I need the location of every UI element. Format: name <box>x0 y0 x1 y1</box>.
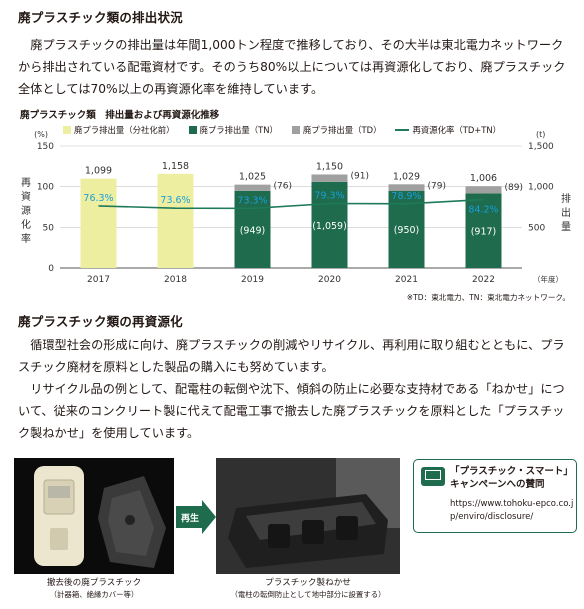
right-unit-label: (t) <box>536 130 545 139</box>
bar-total-label: 1,025 <box>239 172 266 183</box>
left-unit-label: (%) <box>34 130 48 139</box>
waste-plastic-photo <box>14 458 174 574</box>
x-tick-label: 2022 <box>472 275 495 285</box>
bar-td-label: (76) <box>274 182 292 192</box>
bar-tn-label: (949) <box>240 225 266 236</box>
bar-tn-label: (1,059) <box>312 221 347 232</box>
right-tick-label: 1,000 <box>528 183 554 193</box>
section2-paragraphs: 循環型社会の形成に向け、廃プラスチックの削減やリサイクル、再利用に取り組むととも… <box>18 338 565 440</box>
chart-footnote: ※TD：東北電力、TN：東北電力ネットワーク。 <box>406 293 570 302</box>
left-tick-label: 100 <box>37 183 54 193</box>
left-tick-label: 50 <box>43 223 55 233</box>
campaign-title: 「プラスチック・スマート」キャンペーンへの賛同 <box>450 466 569 490</box>
left-axis-title-char: 源 <box>21 204 31 217</box>
bar-tn-label: (950) <box>394 225 420 236</box>
right-axis-title-char: 排 <box>561 192 571 205</box>
section1-paragraph: 廃プラスチックの排出量は年間1,000トン程度で推移しており、その大半は東北電力… <box>18 38 566 96</box>
bar-total-label: 1,006 <box>470 173 497 184</box>
bar-td-label: (79) <box>428 181 446 191</box>
bar-total-label: 1,099 <box>85 166 112 177</box>
plastic-smart-campaign-box: 「プラスチック・スマート」キャンペーンへの賛同 https://www.toho… <box>413 459 577 533</box>
bar-total-label: 1,029 <box>393 171 420 182</box>
section1-heading: 廃プラスチック類の排出状況 <box>18 10 183 25</box>
emission-chart: 1501005001,5001,000500(%) (t)再資源化率排出量2017… <box>21 130 571 285</box>
monitor-icon <box>421 467 445 486</box>
right-tick-label: 500 <box>528 223 545 233</box>
left-tick-label: 150 <box>37 142 54 152</box>
left-axis-title-char: 再 <box>21 177 31 189</box>
section2-heading: 廃プラスチック類の再資源化 <box>18 314 183 329</box>
right-axis-title-char: 量 <box>561 221 571 233</box>
left-tick-label: 0 <box>48 264 54 274</box>
waste-plastic-illustration <box>34 466 166 568</box>
x-tick-label: 2019 <box>241 275 264 285</box>
left-axis-title-char: 資 <box>21 191 31 203</box>
left-axis-title-char: 化 <box>21 218 31 231</box>
bar-pre-split <box>157 173 194 268</box>
regenerate-arrow-icon: 再生 <box>176 500 216 534</box>
x-tick-label: 2020 <box>318 275 341 285</box>
recycling-rate-line <box>98 198 484 210</box>
right-axis-title-char: 出 <box>561 206 571 219</box>
plastic-nekase-photo <box>216 458 400 574</box>
plastic-nekase-illustration <box>216 458 400 574</box>
x-unit-label: （年度） <box>533 274 563 284</box>
rate-label: 76.3% <box>83 193 113 204</box>
bar-total-label: 1,150 <box>316 161 343 172</box>
bar-tn-label: (917) <box>471 226 497 237</box>
x-tick-label: 2018 <box>164 275 187 285</box>
bar-td-label: (91) <box>351 171 369 181</box>
rate-label: 73.3% <box>237 195 267 206</box>
bar-td <box>388 184 425 191</box>
left-axis-title-char: 率 <box>21 232 31 245</box>
bar-total-label: 1,158 <box>162 161 189 172</box>
rate-label: 84.2% <box>468 205 498 216</box>
campaign-url-link[interactable]: https://www.tohoku-epco.co.jp/enviro/dis… <box>450 498 574 524</box>
bar-td <box>311 174 348 182</box>
left-photo-caption: 撤去後の廃プラスチック （計器箱、絶縁カバー等） <box>46 578 142 599</box>
chart-title: 廃プラスチック類 排出量および再資源化推移 <box>20 110 220 121</box>
right-photo-caption: プラスチック製ねかせ （電柱の転倒防止として地中部分に設置する） <box>230 578 386 599</box>
bar-td <box>465 186 502 194</box>
right-tick-label: 1,500 <box>528 142 554 152</box>
rate-label: 78.9% <box>391 191 421 202</box>
rate-label: 79.3% <box>314 191 344 202</box>
x-tick-label: 2021 <box>395 275 418 285</box>
regenerate-label: 再生 <box>181 512 199 524</box>
rate-label: 73.6% <box>160 195 190 206</box>
x-tick-label: 2017 <box>87 275 110 285</box>
bar-td-label: (89) <box>505 183 523 193</box>
bar-td <box>234 184 271 191</box>
